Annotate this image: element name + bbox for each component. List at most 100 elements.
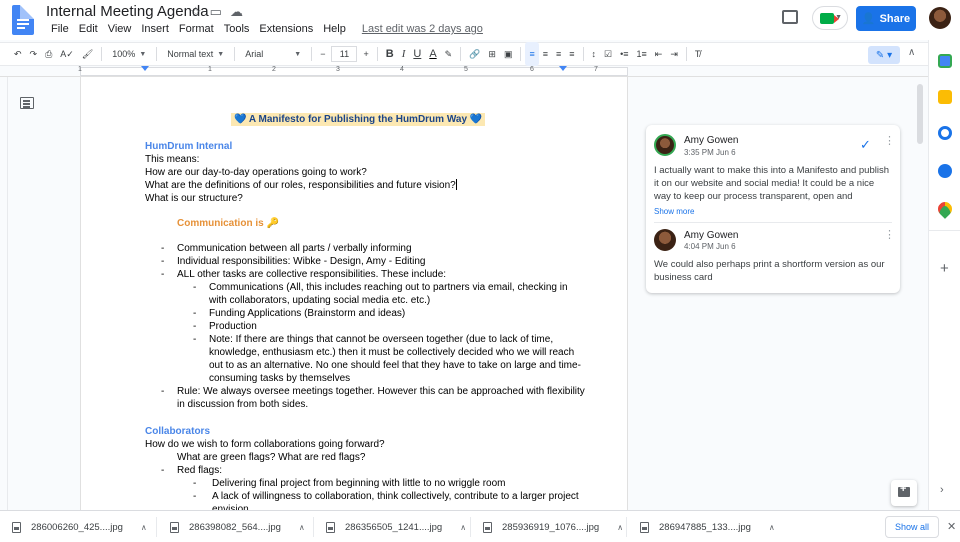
menu-extensions[interactable]: Extensions (254, 23, 318, 35)
share-button-label: Share (879, 12, 911, 25)
decrease-font-size-button[interactable]: − (316, 42, 329, 66)
menu-edit[interactable]: Edit (74, 23, 103, 35)
editing-mode-button[interactable]: ✎ ▾ (868, 46, 900, 64)
add-comment-icon[interactable] (891, 480, 917, 506)
right-indent-marker[interactable] (559, 66, 567, 71)
align-center-icon[interactable]: ≡ (539, 42, 552, 66)
menu-view[interactable]: View (103, 23, 137, 35)
left-indent-marker[interactable] (141, 66, 149, 71)
list-item: A lack of willingness to collaboration, … (145, 490, 585, 510)
reply-time: 4:04 PM Jun 6 (684, 242, 736, 251)
undo-icon[interactable]: ↶ (10, 42, 26, 66)
pencil-icon: ✎ ▾ (875, 49, 893, 61)
document-page[interactable]: 💙 A Manifesto for Publishing the HumDrum… (80, 77, 628, 510)
chevron-up-icon[interactable]: ∧ (617, 523, 623, 532)
star-icon[interactable]: ☆ (190, 4, 202, 20)
text-cursor (455, 179, 457, 190)
vertical-ruler (0, 77, 8, 510)
underline-button[interactable]: U (409, 42, 425, 66)
increase-indent-icon[interactable]: ⇥ (666, 42, 682, 66)
more-options-icon[interactable]: ⋮ (884, 136, 895, 147)
document-body[interactable]: 💙 A Manifesto for Publishing the HumDrum… (145, 113, 585, 510)
show-all-downloads-button[interactable]: Show all (885, 516, 939, 538)
tasks-icon[interactable] (938, 126, 952, 140)
last-edit-link[interactable]: Last edit was 2 days ago (357, 23, 488, 35)
line-spacing-icon[interactable]: ↕ (588, 42, 601, 66)
insert-comment-icon[interactable]: ⊞ (484, 42, 500, 66)
increase-font-size-button[interactable]: + (359, 42, 372, 66)
document-scrollbar[interactable] (917, 84, 923, 144)
document-outline-icon[interactable] (20, 97, 34, 109)
contacts-icon[interactable] (938, 164, 952, 178)
comment-thread[interactable]: Amy Gowen 3:35 PM Jun 6 ✓ ⋮ I actually w… (646, 125, 900, 293)
download-item[interactable]: 286947885_133....jpg ∧ (640, 511, 775, 542)
checklist-icon[interactable]: ☑ (600, 42, 616, 66)
font-size-input[interactable]: 11 (331, 46, 358, 62)
chevron-up-icon[interactable]: ∧ (141, 523, 147, 532)
collapse-menus-icon[interactable]: ∧ (908, 47, 915, 58)
menu-insert[interactable]: Insert (136, 23, 174, 35)
print-icon[interactable]: ⎙ (41, 42, 56, 66)
chevron-up-icon[interactable]: ∧ (460, 523, 466, 532)
maps-icon[interactable] (935, 199, 955, 219)
align-right-icon[interactable]: ≡ (552, 42, 565, 66)
paragraph-line: How do we wish to form collaborations go… (145, 439, 385, 450)
chevron-right-icon[interactable]: › (940, 484, 944, 496)
move-folder-icon[interactable]: ▭ (210, 4, 222, 20)
download-item[interactable]: 286356505_1241....jpg ∧ (326, 511, 466, 542)
insert-image-icon[interactable]: ▣ (500, 42, 517, 66)
meet-button[interactable]: ▼ (812, 6, 848, 30)
redo-icon[interactable]: ↷ (26, 42, 42, 66)
calendar-icon[interactable] (938, 54, 952, 68)
comment-history-icon[interactable] (782, 10, 798, 24)
text-color-button[interactable]: A (425, 42, 440, 66)
italic-button[interactable]: I (398, 42, 410, 66)
subheading-communication: Communication is 🔑 (177, 218, 279, 229)
align-left-icon[interactable]: ≡ (525, 42, 539, 66)
meet-camera-icon (820, 13, 839, 24)
menu-bar: File Edit View Insert Format Tools Exten… (46, 23, 488, 35)
image-file-icon (483, 521, 492, 533)
menu-file[interactable]: File (46, 23, 74, 35)
image-file-icon (326, 521, 335, 533)
show-more-link[interactable]: Show more (654, 207, 694, 216)
list-item: Communications (All, this includes reach… (145, 281, 585, 307)
cloud-saved-icon[interactable]: ☁ (230, 4, 243, 20)
resolve-check-icon[interactable]: ✓ (860, 137, 871, 153)
list-item: Communication between all parts / verbal… (145, 242, 585, 255)
image-file-icon (640, 521, 649, 533)
zoom-select[interactable]: 100% ▼ (106, 42, 152, 66)
download-item[interactable]: 286006260_425....jpg ∧ (12, 511, 147, 542)
spellcheck-icon[interactable]: A✓ (56, 42, 78, 66)
paragraph-line: What is our structure? (145, 193, 243, 204)
numbered-list-icon[interactable]: 1≡ (633, 42, 651, 66)
menu-help[interactable]: Help (318, 23, 351, 35)
key-icon: 🔑 (266, 218, 279, 229)
account-avatar[interactable] (929, 7, 951, 29)
download-item[interactable]: 285936919_1076....jpg ∧ (483, 511, 623, 542)
keep-icon[interactable] (938, 90, 952, 104)
share-button[interactable]: 👤 Share (856, 6, 916, 31)
bulleted-list-icon[interactable]: •≡ (616, 42, 632, 66)
style-select[interactable]: Normal text ▼ (161, 42, 230, 66)
more-options-icon[interactable]: ⋮ (884, 230, 895, 241)
paint-format-icon[interactable]: 🖌 (78, 42, 97, 66)
justify-icon[interactable]: ≡ (565, 42, 578, 66)
menu-tools[interactable]: Tools (219, 23, 255, 35)
bold-button[interactable]: B (382, 42, 398, 66)
highlight-color-icon[interactable]: ✎ (441, 42, 457, 66)
document-title[interactable]: Internal Meeting Agenda (46, 3, 209, 20)
get-add-ons-icon[interactable]: + (940, 260, 949, 277)
decrease-indent-icon[interactable]: ⇤ (651, 42, 667, 66)
paragraph-line: This means: (145, 154, 200, 165)
menu-format[interactable]: Format (174, 23, 219, 35)
insert-link-icon[interactable]: 🔗 (465, 42, 484, 66)
chevron-up-icon[interactable]: ∧ (769, 523, 775, 532)
download-item[interactable]: 286398082_564....jpg ∧ (170, 511, 305, 542)
docs-logo-icon[interactable] (12, 5, 34, 35)
downloads-bar: 286006260_425....jpg ∧ 286398082_564....… (0, 510, 960, 542)
chevron-up-icon[interactable]: ∧ (299, 523, 305, 532)
close-icon[interactable]: ✕ (947, 520, 956, 533)
font-select[interactable]: Arial ▼ (239, 42, 307, 66)
clear-formatting-icon[interactable]: T̸ (691, 42, 705, 66)
